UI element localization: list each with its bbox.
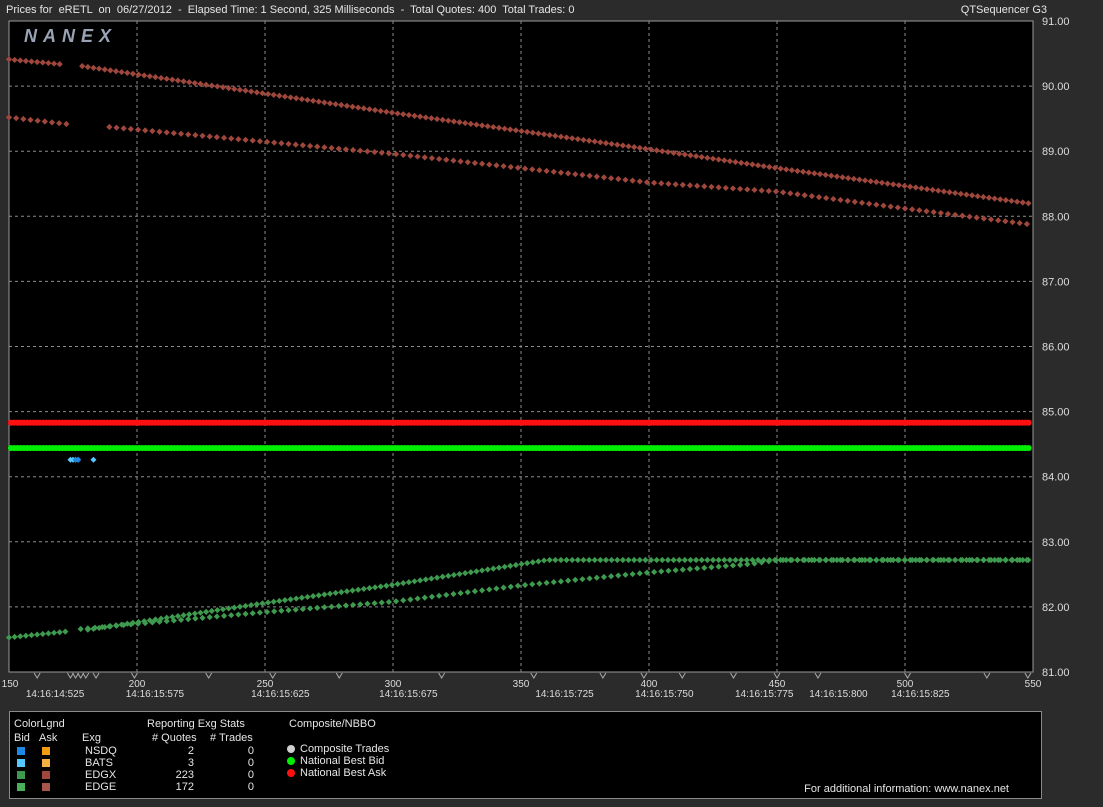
time-tick-marker xyxy=(1024,672,1032,679)
ask-swatch xyxy=(42,783,50,791)
ask-header: Ask xyxy=(39,732,58,744)
y-tick-label: 90.00 xyxy=(1042,81,1070,93)
trade-count: 0 xyxy=(247,745,254,757)
time-tick-marker xyxy=(814,672,822,679)
y-tick-label: 81.00 xyxy=(1042,667,1070,679)
stats-title: Reporting Exg Stats xyxy=(147,718,245,730)
bid-swatch xyxy=(17,771,25,779)
ask-swatch xyxy=(42,771,50,779)
time-label: 14:16:15:825 xyxy=(891,689,950,700)
composite-label: National Best Ask xyxy=(300,767,387,779)
time-tick-marker xyxy=(269,672,277,679)
trade-count: 0 xyxy=(247,757,254,769)
time-label: 14:16:15:675 xyxy=(379,689,438,700)
time-tick-marker xyxy=(335,672,343,679)
time-label: 14:16:15:750 xyxy=(635,689,694,700)
time-tick-marker xyxy=(530,672,538,679)
y-tick-label: 88.00 xyxy=(1042,211,1070,223)
y-tick-label: 91.00 xyxy=(1042,16,1070,28)
time-label: 14:16:15:775 xyxy=(735,689,794,700)
exchange-name: EDGE xyxy=(85,781,117,793)
y-tick-label: 83.00 xyxy=(1042,537,1070,549)
exg-header: Exg xyxy=(82,732,101,744)
quote-count: 3 xyxy=(187,757,194,769)
time-tick-marker xyxy=(983,672,991,679)
exchange-name: BATS xyxy=(85,757,113,769)
composite-dot xyxy=(287,757,295,765)
x-tick-label: 150 xyxy=(2,679,19,690)
y-tick-label: 82.00 xyxy=(1042,602,1070,614)
y-tick-label: 84.00 xyxy=(1042,472,1070,484)
nba-point xyxy=(1025,419,1032,426)
y-tick-label: 89.00 xyxy=(1042,146,1070,158)
time-tick-marker xyxy=(438,672,446,679)
x-tick-label: 350 xyxy=(513,679,530,690)
time-tick-marker xyxy=(205,672,213,679)
ask-swatch xyxy=(42,747,50,755)
bid-swatch xyxy=(17,747,25,755)
time-tick-marker xyxy=(92,672,100,679)
time-tick-marker xyxy=(678,672,686,679)
x-tick-label: 550 xyxy=(1025,679,1042,690)
time-label: 14:16:15:725 xyxy=(535,689,594,700)
y-tick-label: 85.00 xyxy=(1042,407,1070,419)
y-tick-label: 86.00 xyxy=(1042,342,1070,354)
footer-note: For additional information: www.nanex.ne… xyxy=(804,783,1009,795)
time-label: 14:16:15:575 xyxy=(126,689,185,700)
quote-count: 172 xyxy=(175,781,194,793)
time-label: 14:16:14:525 xyxy=(26,689,85,700)
nanex-logo: NANEX xyxy=(24,26,117,46)
composite-dot xyxy=(287,745,295,753)
quote-count: 2 xyxy=(187,745,194,757)
time-tick-marker xyxy=(904,672,911,679)
color-legend-title: ColorLgnd xyxy=(14,718,65,730)
quotes-header: # Quotes xyxy=(152,732,197,744)
ask-swatch xyxy=(42,759,50,767)
trades-header: # Trades xyxy=(210,732,253,744)
exchange-name: NSDQ xyxy=(85,745,117,757)
time-tick-marker xyxy=(33,672,41,679)
trade-count: 0 xyxy=(247,781,254,793)
time-tick-marker xyxy=(773,672,781,679)
composite-label: National Best Bid xyxy=(300,755,385,767)
time-tick-marker xyxy=(82,672,90,679)
time-label: 14:16:15:800 xyxy=(809,689,868,700)
quote-count: 223 xyxy=(175,769,194,781)
time-tick-marker xyxy=(640,672,648,679)
time-tick-marker xyxy=(730,672,737,679)
time-tick-marker xyxy=(131,672,138,679)
bid-header: Bid xyxy=(14,732,30,744)
time-tick-marker xyxy=(599,672,607,679)
bid-swatch xyxy=(17,783,25,791)
legend-panel: ColorLgnd Bid Ask Exg Reporting Exg Stat… xyxy=(9,711,1042,799)
composite-label: Composite Trades xyxy=(300,743,390,755)
trade-count: 0 xyxy=(247,769,254,781)
bid-swatch xyxy=(17,759,25,767)
composite-title: Composite/NBBO xyxy=(289,718,376,730)
composite-dot xyxy=(287,769,295,777)
exchange-name: EDGX xyxy=(85,769,117,781)
y-tick-label: 87.00 xyxy=(1042,276,1070,288)
price-chart: 81.00 82.00 83.00 84.00 85.00 86.00 87.00 88.00… xyxy=(2,16,1070,700)
time-label: 14:16:15:625 xyxy=(251,689,310,700)
nbb-point xyxy=(1025,444,1032,452)
